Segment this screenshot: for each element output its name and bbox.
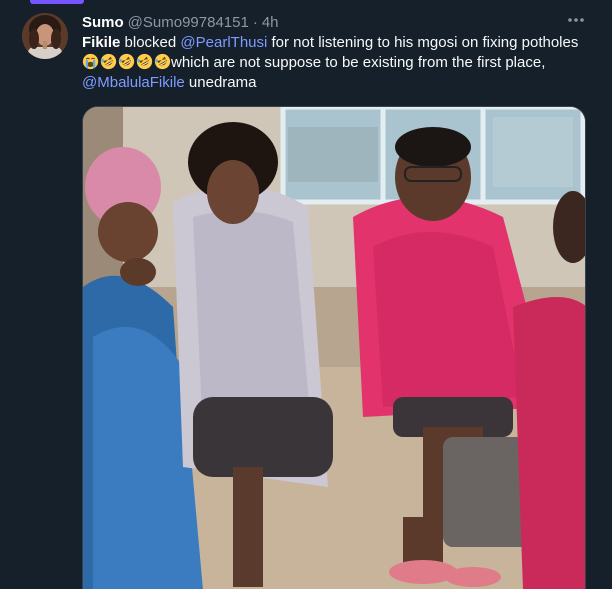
rofl-icon bbox=[100, 53, 117, 70]
text-part: for not listening to his mgosi on fixing… bbox=[267, 34, 579, 51]
text-part: which are not suppose to be existing fro… bbox=[171, 54, 546, 71]
mention-link[interactable]: @MbalulaFikile bbox=[82, 74, 185, 91]
user-handle[interactable]: @Sumo99784151 bbox=[128, 14, 249, 31]
rofl-icon bbox=[118, 53, 135, 70]
tweet-header: Sumo @Sumo99784151 · 4h bbox=[82, 12, 592, 32]
emoji-row bbox=[82, 53, 171, 70]
timestamp[interactable]: 4h bbox=[262, 14, 279, 31]
rofl-icon bbox=[136, 53, 153, 70]
text-part: unedrama bbox=[184, 74, 257, 91]
avatar-image bbox=[22, 13, 68, 59]
more-options-button[interactable] bbox=[564, 9, 588, 31]
text-part: blocked bbox=[120, 34, 181, 51]
active-indicator bbox=[30, 0, 84, 4]
mention-link[interactable]: @PearlThusi bbox=[180, 34, 267, 51]
loudly-crying-face-icon bbox=[82, 53, 99, 70]
display-name[interactable]: Sumo bbox=[82, 14, 124, 31]
photo-image bbox=[83, 107, 585, 589]
tweet-text: Fikile blocked @PearlThusi for not liste… bbox=[82, 33, 594, 93]
avatar[interactable] bbox=[22, 13, 68, 59]
text-name: Fikile bbox=[82, 34, 121, 51]
tweet[interactable]: Sumo @Sumo99784151 · 4h Fikile blocked @… bbox=[0, 0, 612, 589]
separator: · bbox=[252, 13, 258, 31]
more-horizontal-icon bbox=[568, 18, 584, 22]
rofl-icon bbox=[154, 53, 171, 70]
tweet-media-photo[interactable] bbox=[82, 106, 586, 589]
